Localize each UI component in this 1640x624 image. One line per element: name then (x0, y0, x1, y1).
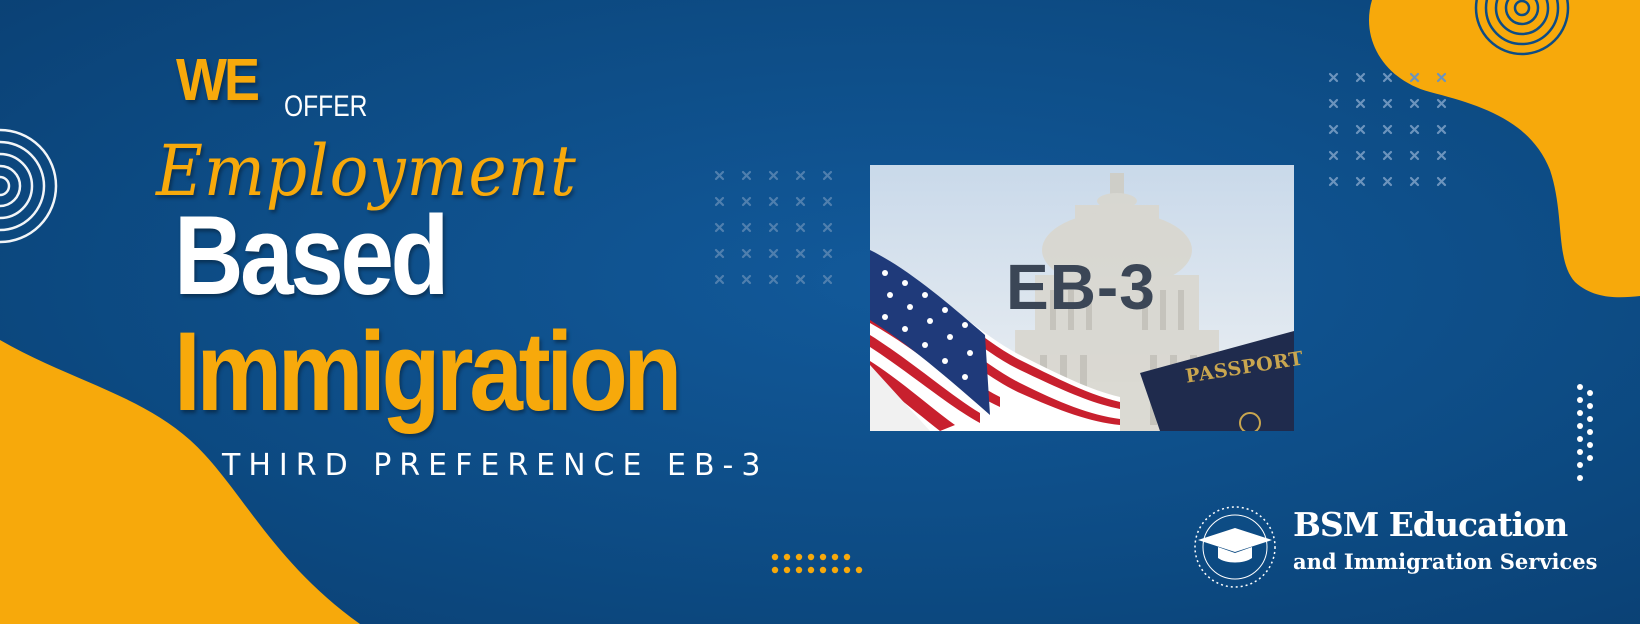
bsm-seal-logo (1194, 506, 1276, 588)
headline-we: WE (176, 47, 260, 114)
logo-name-line2: and Immigration Services (1293, 549, 1598, 574)
white-dots-icon (1577, 384, 1593, 481)
banner: WE OFFER Employment Based Immigration TH… (0, 0, 1640, 624)
logo-name-line1: BSM Education (1293, 505, 1568, 544)
headline-subtitle: THIRD PREFERENCE EB-3 (222, 448, 769, 483)
yellow-dots-icon (771, 553, 863, 574)
yellow-blob-top-right (1369, 0, 1640, 298)
eb3-photo-label: EB-3 (1006, 251, 1156, 323)
graduation-cap-icon (1198, 528, 1272, 563)
headline-offer: OFFER (284, 90, 368, 123)
x-pattern-center-icon (714, 170, 833, 285)
left-concentric-circles-icon (0, 128, 58, 244)
headline-immigration: Immigration (174, 309, 682, 434)
headline-based: Based (174, 193, 449, 318)
